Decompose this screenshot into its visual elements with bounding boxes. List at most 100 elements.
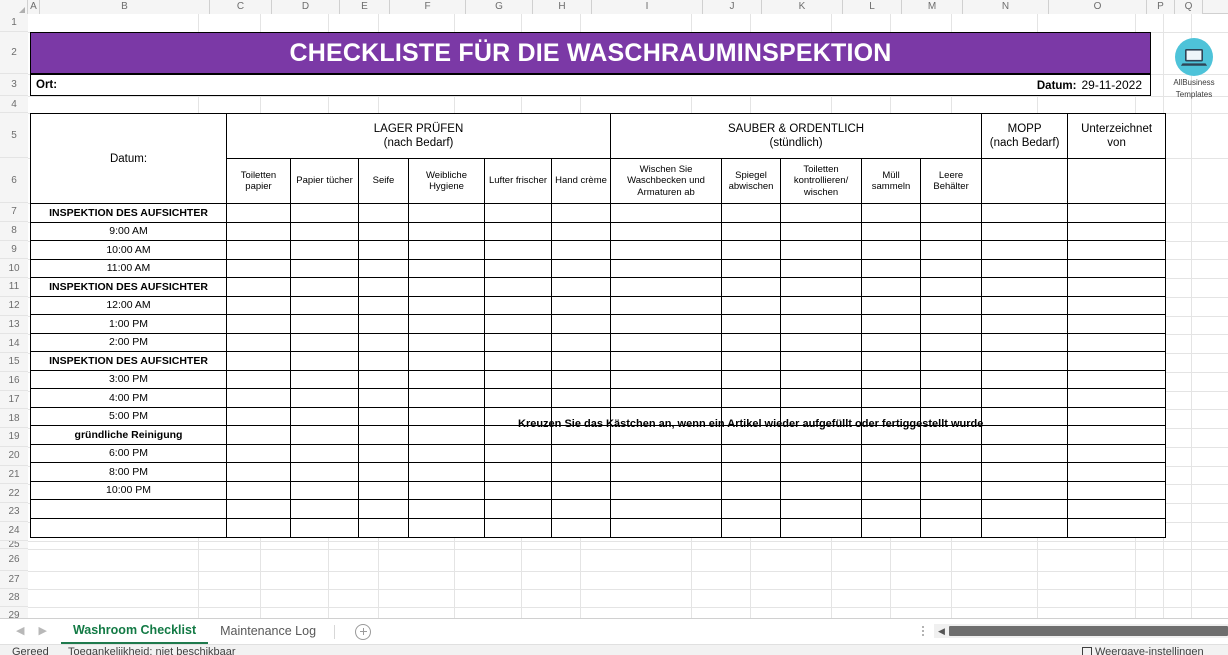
checkbox-cell[interactable] <box>290 388 359 408</box>
checkbox-cell[interactable] <box>1067 406 1167 426</box>
horizontal-scrollbar[interactable]: ◀ <box>934 624 1228 638</box>
checkbox-cell[interactable] <box>1067 221 1167 241</box>
row-time-label[interactable] <box>30 518 227 538</box>
checkbox-cell[interactable] <box>721 480 782 500</box>
checkbox-cell[interactable] <box>920 295 983 315</box>
checkbox-cell[interactable] <box>358 499 409 519</box>
checkbox-cell[interactable] <box>780 332 863 352</box>
row-header-10[interactable]: 10 <box>0 259 28 278</box>
checkbox-cell[interactable] <box>721 240 782 260</box>
checkbox-cell[interactable] <box>550 314 612 334</box>
column-header-j[interactable]: J <box>703 0 762 14</box>
checkbox-cell[interactable] <box>408 240 485 260</box>
checkbox-cell[interactable] <box>1067 295 1167 315</box>
checkbox-cell[interactable] <box>1067 499 1167 519</box>
checkbox-cell[interactable] <box>920 388 983 408</box>
checkbox-cell[interactable] <box>358 369 409 389</box>
checkbox-cell[interactable] <box>981 480 1069 500</box>
checkbox-cell[interactable] <box>920 443 983 463</box>
checkbox-cell[interactable] <box>408 443 485 463</box>
checkbox-cell[interactable] <box>484 332 552 352</box>
checkbox-cell[interactable] <box>408 221 485 241</box>
checkbox-cell[interactable] <box>610 295 723 315</box>
checkbox-cell[interactable] <box>721 443 782 463</box>
sheet-tab-maintenance-log[interactable]: Maintenance Log <box>208 620 328 643</box>
checkbox-cell[interactable] <box>861 295 922 315</box>
checkbox-cell[interactable] <box>484 369 552 389</box>
column-header-n[interactable]: N <box>963 0 1049 14</box>
checkbox-cell[interactable] <box>408 295 485 315</box>
row-header-9[interactable]: 9 <box>0 240 28 259</box>
checkbox-cell[interactable] <box>226 203 291 223</box>
column-header-h[interactable]: H <box>533 0 592 14</box>
checkbox-cell[interactable] <box>780 258 863 278</box>
row-time-label[interactable]: 1:00 PM <box>30 314 227 334</box>
next-sheet-arrow-icon[interactable]: ▶ <box>38 626 46 637</box>
scroll-left-arrow-icon[interactable]: ◀ <box>934 626 949 637</box>
row-header-28[interactable]: 28 <box>0 588 28 607</box>
checkbox-cell[interactable] <box>358 351 409 371</box>
checkbox-cell[interactable] <box>226 499 291 519</box>
checkbox-cell[interactable] <box>408 314 485 334</box>
checkbox-cell[interactable] <box>484 295 552 315</box>
table-row[interactable]: 10:00 AM <box>30 240 1167 260</box>
checkbox-cell[interactable] <box>484 351 552 371</box>
row-section-label[interactable]: INSPEKTION DES AUFSICHTER <box>30 351 227 371</box>
checkbox-cell[interactable] <box>610 518 723 538</box>
checkbox-cell[interactable] <box>226 221 291 241</box>
checkbox-cell[interactable] <box>226 258 291 278</box>
table-row[interactable]: 10:00 PM <box>30 480 1167 500</box>
row-section-label[interactable]: INSPEKTION DES AUFSICHTER <box>30 203 227 223</box>
row-header-19[interactable]: 19 <box>0 428 28 447</box>
checkbox-cell[interactable] <box>358 480 409 500</box>
row-header-11[interactable]: 11 <box>0 278 28 297</box>
checkbox-cell[interactable] <box>408 351 485 371</box>
checkbox-cell[interactable] <box>920 462 983 482</box>
column-header-o[interactable]: O <box>1049 0 1147 14</box>
checkbox-cell[interactable] <box>721 351 782 371</box>
add-sheet-icon[interactable] <box>355 623 372 640</box>
checkbox-cell[interactable] <box>861 221 922 241</box>
checkbox-cell[interactable] <box>484 258 552 278</box>
checkbox-cell[interactable] <box>484 462 552 482</box>
checkbox-cell[interactable] <box>290 369 359 389</box>
checkbox-cell[interactable] <box>981 406 1069 426</box>
checkbox-cell[interactable] <box>920 518 983 538</box>
checkbox-cell[interactable] <box>358 258 409 278</box>
checkbox-cell[interactable] <box>484 499 552 519</box>
checkbox-cell[interactable] <box>610 480 723 500</box>
checkbox-cell[interactable] <box>408 258 485 278</box>
table-row[interactable]: 8:00 PM <box>30 462 1167 482</box>
checkbox-cell[interactable] <box>1067 240 1167 260</box>
row-header-21[interactable]: 21 <box>0 465 28 484</box>
column-header-i[interactable]: I <box>592 0 703 14</box>
checkbox-cell[interactable] <box>721 203 782 223</box>
checkbox-cell[interactable] <box>226 332 291 352</box>
column-header-g[interactable]: G <box>466 0 533 14</box>
checkbox-cell[interactable] <box>721 499 782 519</box>
table-row[interactable]: INSPEKTION DES AUFSICHTER <box>30 277 1167 297</box>
checkbox-cell[interactable] <box>226 277 291 297</box>
checkbox-cell[interactable] <box>981 369 1069 389</box>
row-time-label[interactable]: 5:00 PM <box>30 406 227 426</box>
checkbox-cell[interactable] <box>358 443 409 463</box>
checkbox-cell[interactable] <box>290 332 359 352</box>
checkbox-cell[interactable] <box>550 518 612 538</box>
checkbox-cell[interactable] <box>721 388 782 408</box>
checkbox-cell[interactable] <box>550 499 612 519</box>
checkbox-cell[interactable] <box>920 203 983 223</box>
checkbox-cell[interactable] <box>981 240 1069 260</box>
checkbox-cell[interactable] <box>721 277 782 297</box>
checkbox-cell[interactable] <box>981 425 1069 445</box>
checkbox-cell[interactable] <box>861 240 922 260</box>
column-header-e[interactable]: E <box>340 0 390 14</box>
checkbox-cell[interactable] <box>721 518 782 538</box>
checkbox-cell[interactable] <box>610 258 723 278</box>
row-header-27[interactable]: 27 <box>0 570 28 589</box>
table-row[interactable]: 11:00 AM <box>30 258 1167 278</box>
row-time-label[interactable]: 11:00 AM <box>30 258 227 278</box>
checkbox-cell[interactable] <box>610 351 723 371</box>
checkbox-cell[interactable] <box>290 518 359 538</box>
row-header-20[interactable]: 20 <box>0 446 28 466</box>
column-header-q[interactable]: Q <box>1175 0 1203 14</box>
